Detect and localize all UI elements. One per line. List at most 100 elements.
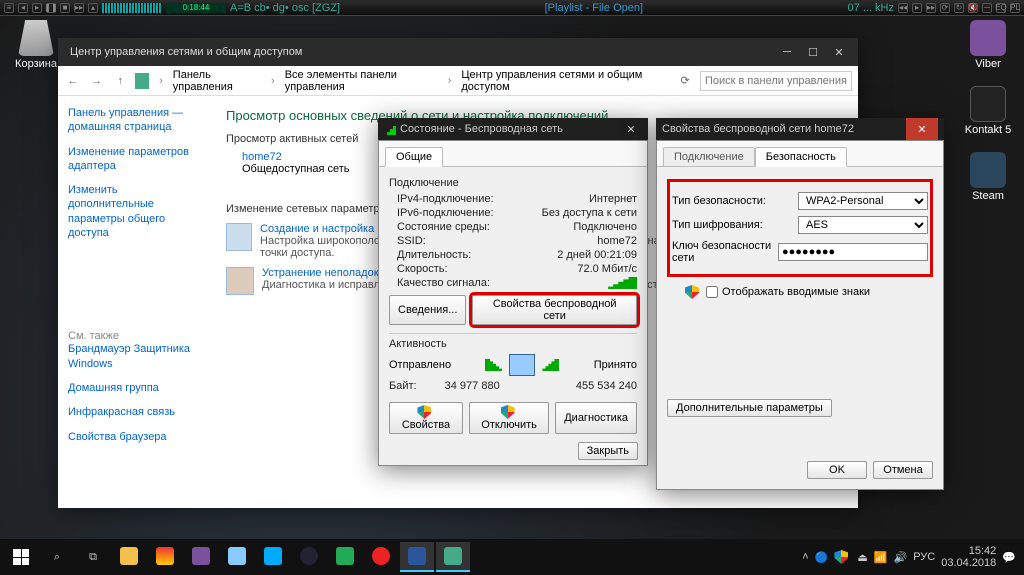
up-button[interactable]: ↑ xyxy=(111,71,129,91)
maximize-button[interactable]: ☐ xyxy=(800,42,826,62)
tray-volume-icon[interactable]: 🔊 xyxy=(894,551,908,564)
steam-icon[interactable]: Steam xyxy=(958,152,1018,202)
search-taskbar-button[interactable]: ⌕ xyxy=(40,542,74,572)
diagnose-button[interactable]: Диагностика xyxy=(555,402,637,434)
taskbar-app-controlpanel[interactable] xyxy=(436,542,470,572)
disable-button[interactable]: Отключить xyxy=(469,402,549,434)
tray-time: 15:42 xyxy=(941,545,996,557)
player-btn-c[interactable]: ▸▸ xyxy=(926,3,936,13)
tray-bluetooth-icon[interactable]: 🔵 xyxy=(815,551,829,564)
player-eq-icon[interactable]: EQ xyxy=(996,3,1006,13)
troubleshoot-icon xyxy=(226,267,254,295)
tray-usb-icon[interactable]: ⏏ xyxy=(857,551,867,564)
tray-clock[interactable]: 15:42 03.04.2018 xyxy=(941,545,996,569)
recycle-bin-label: Корзина xyxy=(15,58,57,70)
taskbar-app-green[interactable] xyxy=(328,542,362,572)
back-button[interactable]: ← xyxy=(64,71,82,91)
breadcrumb-2[interactable]: Все элементы панели управления xyxy=(285,69,438,93)
security-type-select[interactable]: WPA2-Personal xyxy=(798,192,928,210)
cancel-button[interactable]: Отмена xyxy=(873,461,933,479)
sent-label: Отправлено xyxy=(389,359,451,371)
duration-label: Длительность: xyxy=(397,249,471,261)
player-next-icon[interactable]: ▸▸ xyxy=(74,3,84,13)
taskbar: ⌕ ⧉ ˄ 🔵 ⏏ 📶 🔊 РУС 15:42 03.04.2018 💬 xyxy=(0,539,1024,575)
recycle-bin-icon[interactable]: Корзина xyxy=(6,20,66,70)
ipv4-label: IPv4-подключение: xyxy=(397,193,494,205)
player-title: [Playlist - File Open] xyxy=(344,2,843,14)
media-state-value: Подключено xyxy=(573,221,637,233)
taskbar-app-word[interactable] xyxy=(400,542,434,572)
task-view-button[interactable]: ⧉ xyxy=(76,542,110,572)
close-dialog-button[interactable]: Закрыть xyxy=(578,442,638,460)
sidebar-inet-link[interactable]: Свойства браузера xyxy=(68,430,198,444)
kontakt-label: Kontakt 5 xyxy=(965,124,1011,136)
sidebar-home-link[interactable]: Панель управления — домашняя страница xyxy=(68,106,198,135)
wifi-properties-titlebar[interactable]: Свойства беспроводной сети home72 ✕ xyxy=(656,118,944,140)
player-btn-d[interactable]: ⟳ xyxy=(940,3,950,13)
tab-connection[interactable]: Подключение xyxy=(663,147,755,167)
advanced-settings-button[interactable]: Дополнительные параметры xyxy=(667,399,832,417)
tray-wifi-icon[interactable]: 📶 xyxy=(874,551,888,564)
forward-button[interactable]: → xyxy=(88,71,106,91)
wireless-properties-button[interactable]: Свойства беспроводной сети xyxy=(472,295,637,325)
viber-label: Viber xyxy=(975,58,1000,70)
computer-icon xyxy=(509,354,535,376)
tray-up-icon[interactable]: ˄ xyxy=(802,551,808,563)
wifi-status-close-button[interactable]: ✕ xyxy=(620,120,642,138)
player-menu-icon[interactable]: ≡ xyxy=(4,3,14,13)
network-center-titlebar[interactable]: Центр управления сетями и общим доступом… xyxy=(58,38,858,66)
ipv6-value: Без доступа к сети xyxy=(542,207,637,219)
sidebar-homegroup-link[interactable]: Домашняя группа xyxy=(68,381,198,395)
taskbar-app-edge[interactable] xyxy=(256,542,290,572)
system-tray: ˄ 🔵 ⏏ 📶 🔊 РУС 15:42 03.04.2018 💬 xyxy=(802,545,1020,569)
player-btn-b[interactable]: ▸ xyxy=(912,3,922,13)
tray-notifications-icon[interactable]: 💬 xyxy=(1002,551,1016,564)
player-pl-icon[interactable]: PL xyxy=(1010,3,1020,13)
close-button[interactable]: ✕ xyxy=(826,42,852,62)
bytes-label: Байт: xyxy=(389,380,417,392)
breadcrumb-icon[interactable] xyxy=(135,73,149,89)
taskbar-app-opera[interactable] xyxy=(364,542,398,572)
wifi-properties-close-button[interactable]: ✕ xyxy=(906,118,938,140)
player-btn-e[interactable]: ↻ xyxy=(954,3,964,13)
taskbar-app-settings[interactable] xyxy=(220,542,254,572)
taskbar-app-explorer[interactable] xyxy=(112,542,146,572)
ok-button[interactable]: OK xyxy=(807,461,867,479)
player-mute-icon[interactable]: 🔇 xyxy=(968,3,978,13)
viber-icon[interactable]: Viber xyxy=(958,20,1018,70)
wifi-status-titlebar[interactable]: Состояние - Беспроводная сеть ✕ xyxy=(378,118,648,140)
breadcrumb-3[interactable]: Центр управления сетями и общим доступом xyxy=(461,69,664,93)
tab-security[interactable]: Безопасность xyxy=(755,147,847,167)
tab-general[interactable]: Общие xyxy=(385,147,443,167)
breadcrumb-1[interactable]: Панель управления xyxy=(173,69,261,93)
player-open-icon[interactable]: ▴ xyxy=(88,3,98,13)
sidebar-adapters-link[interactable]: Изменение параметров адаптера xyxy=(68,145,198,174)
tray-language[interactable]: РУС xyxy=(913,551,935,563)
search-input[interactable] xyxy=(700,71,852,91)
steam-label: Steam xyxy=(972,190,1004,202)
minimize-button[interactable]: ─ xyxy=(774,42,800,62)
network-key-label: Ключ безопасности сети xyxy=(672,240,772,264)
taskbar-app-browser[interactable] xyxy=(148,542,182,572)
show-characters-checkbox[interactable] xyxy=(706,286,718,298)
details-button[interactable]: Сведения... xyxy=(389,295,466,325)
sidebar-sharing-link[interactable]: Изменить дополнительные параметры общего… xyxy=(68,183,198,240)
start-button[interactable] xyxy=(4,542,38,572)
player-pause-icon[interactable]: ❚❚ xyxy=(46,3,56,13)
tray-shield-icon[interactable] xyxy=(834,550,848,564)
taskbar-app-viber[interactable] xyxy=(184,542,218,572)
player-vol-icon[interactable]: ─ xyxy=(982,3,992,13)
player-stop-icon[interactable]: ■ xyxy=(60,3,70,13)
network-key-input[interactable] xyxy=(778,243,928,261)
sidebar-ir-link[interactable]: Инфракрасная связь xyxy=(68,405,198,419)
properties-button[interactable]: Свойства xyxy=(389,402,463,434)
sidebar-firewall-link[interactable]: Брандмауэр Защитника Windows xyxy=(68,342,198,371)
player-btn-a[interactable]: ◂◂ xyxy=(898,3,908,13)
player-prev-icon[interactable]: ◂ xyxy=(18,3,28,13)
refresh-button[interactable]: ⟳ xyxy=(676,71,694,91)
taskbar-app-darkorb[interactable] xyxy=(292,542,326,572)
wifi-status-title: Состояние - Беспроводная сеть xyxy=(400,123,563,135)
player-play-icon[interactable]: ▸ xyxy=(32,3,42,13)
kontakt-icon[interactable]: Kontakt 5 xyxy=(958,86,1018,136)
encryption-select[interactable]: AES xyxy=(798,216,928,234)
